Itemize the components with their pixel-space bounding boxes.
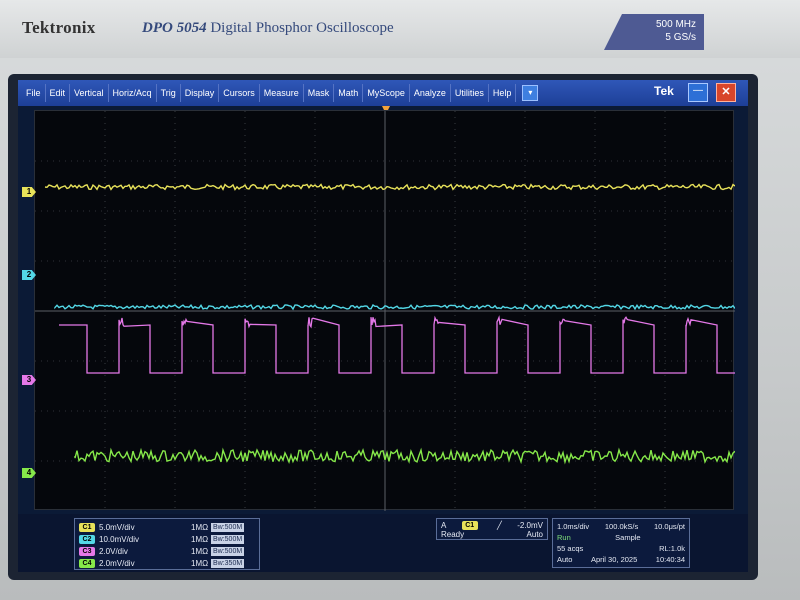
ch3-tag: C3 bbox=[79, 546, 95, 556]
tek-label: Tek bbox=[654, 84, 674, 98]
acquisition-mode: Sample bbox=[615, 533, 641, 542]
trigger-state: Ready bbox=[441, 530, 465, 539]
sample-rate: 100.0kS/s bbox=[604, 522, 639, 531]
tektronix-logo: Tektronix bbox=[22, 18, 96, 37]
menu-measure[interactable]: Measure bbox=[260, 84, 304, 102]
spec-bandwidth: 500 MHz bbox=[655, 19, 696, 30]
close-button[interactable]: ✕ bbox=[716, 83, 736, 102]
menu-myscope[interactable]: MyScope bbox=[363, 84, 410, 102]
ch1-bandwidth: Bw:500M bbox=[211, 522, 245, 532]
channel-readout-panel[interactable]: C1 5.0mV/div 1MΩ Bw:500M C2 10.0mV/div 1… bbox=[74, 518, 260, 570]
menu-horiz-acq[interactable]: Horiz/Acq bbox=[109, 84, 157, 102]
ch4-scale: 2.0mV/div bbox=[99, 558, 135, 568]
menu-file[interactable]: File bbox=[22, 84, 46, 102]
run-state: Run bbox=[557, 533, 571, 542]
scope-screen: File Edit Vertical Horiz/Acq Trig Displa… bbox=[18, 80, 748, 572]
record-length: RL:1.0k bbox=[659, 544, 685, 553]
ch3-impedance: 1MΩ bbox=[191, 546, 209, 556]
oscilloscope-bezel: Tektronix DPO 5054 Digital Phosphor Osci… bbox=[0, 0, 800, 600]
ch2-readout[interactable]: C2 10.0mV/div 1MΩ Bw:500M bbox=[79, 533, 255, 545]
date-readout: April 30, 2025 bbox=[590, 555, 638, 564]
time-readout: 10:40:34 bbox=[655, 555, 685, 564]
time-resolution: 10.0μs/pt bbox=[653, 522, 685, 531]
timebase-readout-panel[interactable]: 1.0ms/div 100.0kS/s 10.0μs/pt Run Sample… bbox=[552, 518, 690, 568]
ch2-bandwidth: Bw:500M bbox=[211, 534, 245, 544]
ch2-tag: C2 bbox=[79, 534, 95, 544]
trigger-run-mode: Auto bbox=[557, 555, 573, 564]
menu-help[interactable]: Help bbox=[489, 84, 517, 102]
ch4-tag: C4 bbox=[79, 558, 95, 568]
horizontal-scale: 1.0ms/div bbox=[557, 522, 590, 531]
trigger-mode-label: A bbox=[441, 521, 447, 530]
spec-badge: 500 MHz 5 GS/s bbox=[604, 14, 704, 50]
waveform-display bbox=[35, 111, 735, 511]
ch3-trace bbox=[59, 315, 735, 374]
waveform-graticule[interactable] bbox=[34, 110, 735, 511]
brand-bar: Tektronix DPO 5054 Digital Phosphor Osci… bbox=[0, 0, 800, 58]
menu-dropdown-icon[interactable]: ▾ bbox=[522, 85, 539, 101]
ch2-trace bbox=[54, 303, 735, 311]
trigger-level: -2.0mV bbox=[517, 521, 543, 530]
ch2-scale: 10.0mV/div bbox=[99, 534, 140, 544]
trigger-slope-icon: ╱ bbox=[497, 521, 502, 530]
ch3-readout[interactable]: C3 2.0V/div 1MΩ Bw:500M bbox=[79, 545, 255, 557]
menu-analyze[interactable]: Analyze bbox=[410, 84, 451, 102]
ch4-trace bbox=[74, 447, 735, 465]
ch4-readout[interactable]: C4 2.0mV/div 1MΩ Bw:350M bbox=[79, 557, 255, 569]
ch4-impedance: 1MΩ bbox=[191, 558, 209, 568]
ch1-scale: 5.0mV/div bbox=[99, 522, 135, 532]
trigger-source: C1 bbox=[461, 521, 478, 530]
menu-utilities[interactable]: Utilities bbox=[451, 84, 489, 102]
menu-bar: File Edit Vertical Horiz/Acq Trig Displa… bbox=[18, 80, 748, 106]
trigger-coupling: Auto bbox=[526, 530, 543, 539]
menu-display[interactable]: Display bbox=[181, 84, 220, 102]
ch1-impedance: 1MΩ bbox=[191, 522, 209, 532]
acquisition-count: 55 acqs bbox=[557, 544, 584, 553]
ch1-readout[interactable]: C1 5.0mV/div 1MΩ Bw:500M bbox=[79, 521, 255, 533]
minimize-button[interactable]: — bbox=[688, 83, 708, 102]
menu-edit[interactable]: Edit bbox=[46, 84, 71, 102]
ch3-bandwidth: Bw:500M bbox=[211, 546, 245, 556]
ch4-bandwidth: Bw:350M bbox=[211, 558, 245, 568]
model-description: Digital Phosphor Oscilloscope bbox=[210, 20, 394, 36]
trigger-readout-panel[interactable]: A C1 ╱ -2.0mV Ready Auto bbox=[436, 518, 548, 540]
ch3-scale: 2.0V/div bbox=[99, 546, 128, 556]
ch1-trace bbox=[44, 183, 735, 191]
model-number: DPO 5054 bbox=[142, 20, 207, 36]
ch1-tag: C1 bbox=[79, 522, 95, 532]
spec-sample-rate: 5 GS/s bbox=[665, 32, 696, 43]
menu-vertical[interactable]: Vertical bbox=[70, 84, 109, 102]
menu-trig[interactable]: Trig bbox=[157, 84, 181, 102]
model-title: DPO 5054 Digital Phosphor Oscilloscope bbox=[142, 20, 394, 37]
readout-area: C1 5.0mV/div 1MΩ Bw:500M C2 10.0mV/div 1… bbox=[18, 514, 748, 572]
menu-cursors[interactable]: Cursors bbox=[219, 84, 260, 102]
menu-mask[interactable]: Mask bbox=[304, 84, 335, 102]
ch2-impedance: 1MΩ bbox=[191, 534, 209, 544]
menu-math[interactable]: Math bbox=[334, 84, 364, 102]
